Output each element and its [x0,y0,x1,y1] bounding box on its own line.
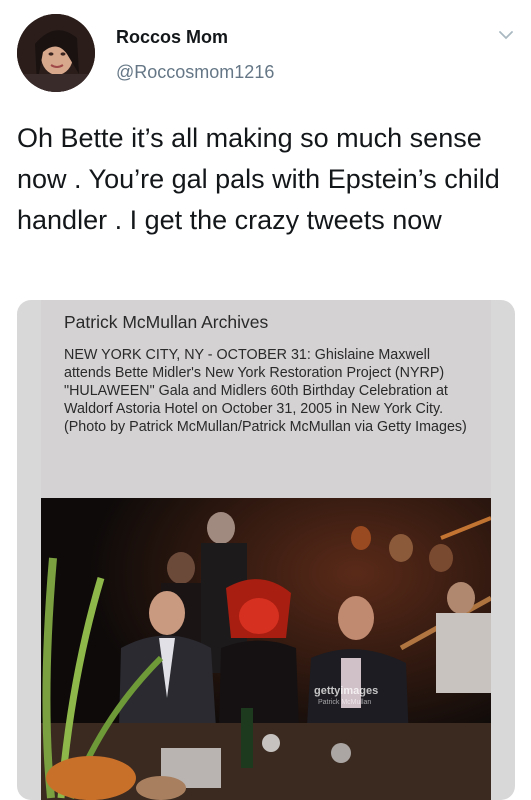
event-photo [41,498,491,800]
caption-body: NEW YORK CITY, NY - OCTOBER 31: Ghislain… [64,347,467,435]
author-handle[interactable]: @Roccosmom1216 [116,62,274,83]
tweet-text: Oh Bette it’s all making so much sense n… [17,123,500,235]
watermark: gettyimages [314,685,379,697]
caption-title: Patrick McMullan Archives [64,312,269,332]
caption-panel: Patrick McMullan Archives NEW YORK CITY,… [41,300,491,498]
avatar[interactable] [17,14,95,92]
chevron-down-icon[interactable] [496,25,516,45]
tweet-media[interactable]: Patrick McMullan Archives NEW YORK CITY,… [17,300,515,800]
watermark-credit: Patrick McMullan [318,699,372,706]
author-name[interactable]: Roccos Mom [116,27,228,48]
